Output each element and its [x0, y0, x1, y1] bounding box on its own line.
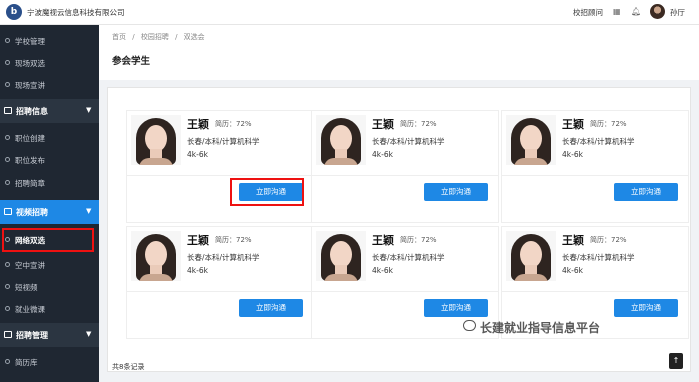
consultant-link[interactable]: 校招顾问: [573, 7, 603, 18]
record-count: 共8条记录: [112, 363, 145, 371]
sidebar-group-recruit-info[interactable]: 招聘信息 ▼: [0, 99, 99, 123]
info-icon: [4, 107, 12, 114]
student-info: 长春/本科/计算机科学: [187, 137, 260, 146]
video-icon: [4, 208, 12, 215]
student-photo: [131, 231, 181, 281]
student-name: 王颖: [187, 234, 209, 247]
scroll-top-button[interactable]: ↑: [669, 353, 683, 369]
resume-score: 简历：72%: [400, 120, 437, 128]
sidebar-item-air-talk[interactable]: 空中宣讲: [0, 254, 99, 276]
company-logo: b: [6, 4, 22, 20]
student-info: 长春/本科/计算机科学: [372, 253, 445, 262]
breadcrumb-fair: 双选会: [183, 33, 205, 41]
student-name: 王颖: [372, 118, 394, 131]
circle-icon: [5, 180, 10, 185]
student-name: 王颖: [562, 118, 584, 131]
student-salary: 4k-6k: [187, 150, 208, 159]
divider: [312, 175, 498, 176]
divider: [502, 291, 688, 292]
resume-score: 简历：72%: [215, 120, 252, 128]
header-area: 首页 / 校园招聘 / 双选会 参会学生: [99, 25, 699, 80]
student-salary: 4k-6k: [372, 150, 393, 159]
contact-button[interactable]: 立即沟通: [614, 299, 678, 317]
sidebar-item-onsite-talk[interactable]: 现场宣讲: [0, 74, 99, 96]
circle-icon: [5, 284, 10, 289]
highlight-box: [2, 228, 94, 252]
student-card: 王颖 简历：72% 长春/本科/计算机科学 4k-6k 立即沟通: [501, 110, 689, 223]
circle-icon: [5, 60, 10, 65]
caret-down-icon: ▼: [86, 207, 92, 215]
student-photo: [316, 115, 366, 165]
breadcrumb-sep: /: [175, 33, 178, 41]
circle-icon: [5, 135, 10, 140]
resume-score: 简历：72%: [400, 236, 437, 244]
user-avatar[interactable]: [650, 4, 665, 19]
sidebar-group-manage[interactable]: 招聘管理 ▼: [0, 323, 99, 347]
divider: [127, 175, 313, 176]
sidebar-item-school[interactable]: 学校管理: [0, 30, 99, 52]
student-card: 王颖 简历：72% 长春/本科/计算机科学 4k-6k 立即沟通: [126, 110, 314, 223]
student-salary: 4k-6k: [187, 266, 208, 275]
highlight-box: [230, 178, 304, 206]
sidebar: 学校管理 现场双选 现场宣讲 招聘信息 ▼ 职位创建 职位发布 招聘简章 视频招聘…: [0, 25, 99, 382]
top-bar: b 宁波魔视云信息科技有限公司 校招顾问 ▦ 🔔︎ 孙厅: [0, 0, 699, 25]
student-salary: 4k-6k: [562, 150, 583, 159]
resume-score: 简历：72%: [590, 120, 627, 128]
student-info: 长春/本科/计算机科学: [187, 253, 260, 262]
caret-down-icon: ▼: [86, 330, 92, 338]
circle-icon: [5, 262, 10, 267]
sidebar-item-onsite-fair[interactable]: 现场双选: [0, 52, 99, 74]
student-card: 王颖 简历：72% 长春/本科/计算机科学 4k-6k 立即沟通: [126, 226, 314, 339]
student-photo: [131, 115, 181, 165]
contact-button[interactable]: 立即沟通: [614, 183, 678, 201]
sidebar-item-brochure[interactable]: 招聘简章: [0, 172, 99, 194]
resume-score: 简历：72%: [590, 236, 627, 244]
student-salary: 4k-6k: [372, 266, 393, 275]
sidebar-item-resume-library[interactable]: 简历库: [0, 351, 99, 373]
student-card: 王颖 简历：72% 长春/本科/计算机科学 4k-6k 立即沟通: [311, 110, 499, 223]
student-salary: 4k-6k: [562, 266, 583, 275]
bell-icon[interactable]: 🔔︎: [631, 7, 641, 16]
breadcrumb: 首页 / 校园招聘 / 双选会: [112, 32, 209, 42]
grid-icon[interactable]: ▦: [613, 7, 621, 16]
page-title: 参会学生: [112, 56, 151, 67]
circle-icon: [5, 38, 10, 43]
student-name: 王颖: [562, 234, 584, 247]
divider: [502, 175, 688, 176]
circle-icon: [5, 359, 10, 364]
circle-icon: [5, 306, 10, 311]
username[interactable]: 孙厅: [670, 7, 685, 18]
wechat-icon: [463, 320, 476, 331]
resume-score: 简历：72%: [215, 236, 252, 244]
main-content: 首页 / 校园招聘 / 双选会 参会学生 王颖 简历：72% 长春/本科/计算机…: [99, 25, 699, 382]
student-name: 王颖: [372, 234, 394, 247]
sidebar-group-video[interactable]: 视频招聘 ▼: [0, 200, 99, 224]
company-name: 宁波魔视云信息科技有限公司: [27, 8, 125, 17]
contact-button[interactable]: 立即沟通: [424, 299, 488, 317]
sidebar-item-create-job[interactable]: 职位创建: [0, 127, 99, 149]
breadcrumb-home[interactable]: 首页: [112, 33, 126, 41]
student-info: 长春/本科/计算机科学: [562, 253, 635, 262]
student-info: 长春/本科/计算机科学: [372, 137, 445, 146]
student-info: 长春/本科/计算机科学: [562, 137, 635, 146]
student-photo: [506, 115, 556, 165]
sidebar-item-short-video[interactable]: 短视频: [0, 276, 99, 298]
sidebar-item-micro-course[interactable]: 就业微课: [0, 298, 99, 320]
contact-button[interactable]: 立即沟通: [424, 183, 488, 201]
divider: [312, 291, 498, 292]
student-photo: [506, 231, 556, 281]
circle-icon: [5, 82, 10, 87]
sidebar-item-publish-job[interactable]: 职位发布: [0, 149, 99, 171]
watermark: 长建就业指导信息平台: [480, 321, 601, 335]
breadcrumb-sep: /: [132, 33, 135, 41]
breadcrumb-campus[interactable]: 校园招聘: [141, 33, 169, 41]
contact-button[interactable]: 立即沟通: [239, 299, 303, 317]
circle-icon: [5, 157, 10, 162]
student-photo: [316, 231, 366, 281]
manage-icon: [4, 331, 12, 338]
divider: [127, 291, 313, 292]
student-panel: 王颖 简历：72% 长春/本科/计算机科学 4k-6k 立即沟通 王颖 简历：7…: [107, 87, 691, 372]
student-name: 王颖: [187, 118, 209, 131]
caret-down-icon: ▼: [86, 106, 92, 114]
